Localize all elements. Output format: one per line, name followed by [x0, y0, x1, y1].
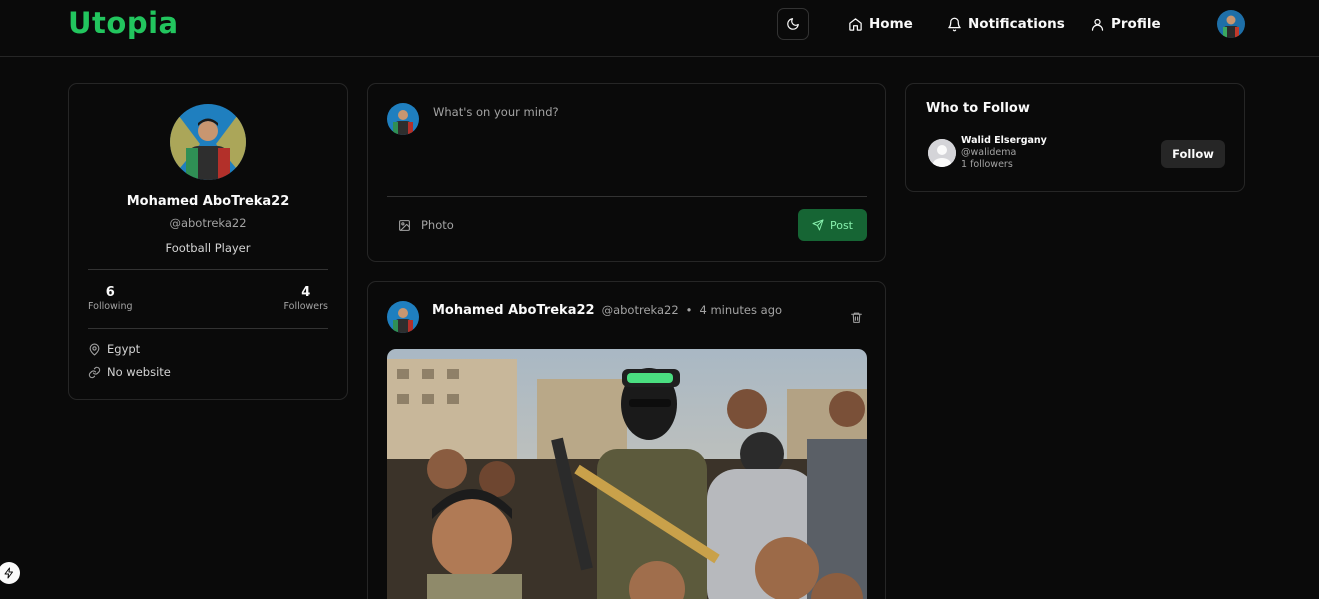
- link-icon: [88, 366, 101, 378]
- profile-handle: @abotreka22: [169, 216, 247, 230]
- nav-profile-link[interactable]: Profile: [1090, 14, 1161, 34]
- suggested-user-info: Walid Elsergany @walidema 1 followers: [961, 135, 1047, 171]
- profile-website-text: No website: [107, 365, 171, 379]
- dev-tools-badge[interactable]: [0, 562, 20, 584]
- post-author-name[interactable]: Mohamed AboTreka22: [432, 303, 595, 318]
- followers-stat[interactable]: 4 Followers: [284, 285, 329, 312]
- post-timestamp: 4 minutes ago: [699, 303, 783, 317]
- suggested-user-handle: @walidema: [961, 147, 1017, 158]
- image-icon: [399, 219, 410, 231]
- profile-name: Mohamed AboTreka22: [126, 194, 290, 209]
- following-stat[interactable]: 6 Following: [88, 285, 133, 312]
- followers-label: Followers: [283, 301, 329, 312]
- profile-location: Egypt: [88, 342, 140, 356]
- following-label: Following: [88, 301, 133, 312]
- suggested-user-name[interactable]: Walid Elsergany: [961, 135, 1047, 147]
- nav-notifications-link[interactable]: Notifications: [947, 14, 1065, 34]
- avatar: [387, 103, 419, 135]
- suggested-user-avatar[interactable]: [928, 139, 956, 167]
- divider: [88, 269, 328, 270]
- who-to-follow-title: Who to Follow: [926, 101, 1030, 116]
- user-icon: [1091, 18, 1104, 31]
- post-separator: •: [685, 303, 693, 317]
- default-avatar-icon: [928, 139, 956, 167]
- avatar: [387, 301, 419, 333]
- profile-card: Mohamed AboTreka22 @abotreka22 Football …: [68, 83, 348, 400]
- post-submit-label: Post: [829, 218, 853, 232]
- add-photo-button[interactable]: Photo: [398, 218, 454, 232]
- post-author-avatar[interactable]: [387, 301, 419, 333]
- app-logo[interactable]: Utopia: [68, 6, 179, 40]
- nav-home-link[interactable]: Home: [848, 14, 913, 34]
- lightning-icon: [4, 567, 13, 579]
- post-submit-button[interactable]: Post: [798, 209, 867, 241]
- divider: [387, 196, 867, 197]
- followers-count: 4: [301, 285, 311, 300]
- post-author-handle: @abotreka22: [601, 303, 679, 317]
- map-pin-icon: [89, 343, 100, 355]
- following-count: 6: [105, 285, 115, 300]
- delete-post-button[interactable]: [850, 309, 863, 328]
- feed-post: Mohamed AboTreka22 @abotreka22 • 4 minut…: [367, 281, 886, 599]
- bell-icon: [948, 17, 961, 31]
- nav-notifications-label: Notifications: [968, 16, 1065, 32]
- nav-profile-label: Profile: [1111, 16, 1161, 32]
- post-composer: What's on your mind? Photo Post: [367, 83, 886, 262]
- divider: [88, 328, 328, 329]
- send-icon: [812, 219, 824, 231]
- who-to-follow-card: Who to Follow Walid Elsergany @walidema …: [905, 83, 1245, 192]
- post-image[interactable]: [387, 349, 867, 599]
- top-navbar: Utopia Home Notifications Profile: [0, 0, 1319, 57]
- add-photo-label: Photo: [421, 218, 454, 232]
- profile-bio: Football Player: [165, 241, 251, 255]
- theme-toggle-button[interactable]: [777, 8, 809, 40]
- follow-button[interactable]: Follow: [1161, 140, 1225, 168]
- trash-icon: [851, 312, 862, 323]
- composer-avatar: [387, 103, 419, 135]
- avatar: [1217, 10, 1245, 38]
- profile-website: No website: [88, 365, 171, 379]
- avatar: [170, 104, 246, 180]
- moon-icon: [787, 18, 799, 30]
- home-icon: [849, 17, 862, 31]
- nav-home-label: Home: [869, 16, 913, 32]
- profile-avatar[interactable]: [170, 104, 246, 180]
- post-text-input[interactable]: What's on your mind?: [433, 105, 559, 119]
- suggested-user-followers: 1 followers: [961, 159, 1013, 170]
- post-photo: [387, 349, 867, 599]
- profile-location-text: Egypt: [107, 342, 141, 356]
- user-avatar-menu[interactable]: [1217, 10, 1245, 38]
- post-header: Mohamed AboTreka22 @abotreka22 • 4 minut…: [432, 303, 782, 318]
